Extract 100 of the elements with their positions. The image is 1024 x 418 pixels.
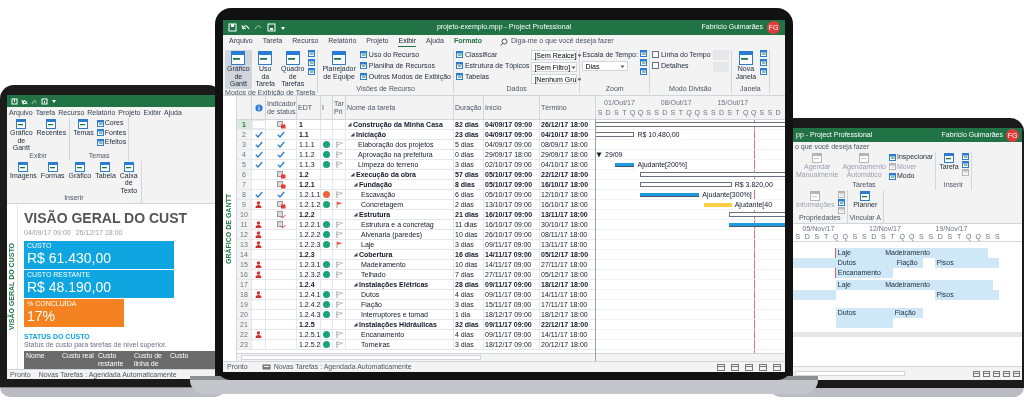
collapse-icon[interactable]: [353, 182, 358, 187]
grid-icon[interactable]: [46, 119, 57, 129]
collapse-icon[interactable]: [347, 122, 352, 127]
scroll-bar[interactable]: [241, 355, 481, 360]
card-value: R$ 48.190,00: [27, 279, 113, 296]
view-icon[interactable]: [993, 370, 1000, 377]
person-icon: [255, 291, 262, 298]
grid-icon[interactable]: [760, 50, 768, 57]
grid-icon[interactable]: [359, 73, 367, 80]
scroll-bar[interactable]: [596, 353, 785, 361]
grid-icon[interactable]: [47, 161, 58, 172]
view-icon[interactable]: [759, 363, 767, 371]
checkbox[interactable]: [651, 62, 659, 69]
grid-icon[interactable]: [308, 50, 316, 57]
grid-icon[interactable]: [258, 51, 273, 65]
report-title: VISÃO GERAL DO CUST: [24, 210, 189, 227]
grid-icon[interactable]: [889, 172, 896, 180]
grid-icon[interactable]: [943, 153, 954, 163]
person-icon: [255, 271, 262, 278]
grid-icon[interactable]: [455, 62, 463, 69]
grid-icon[interactable]: [639, 50, 647, 57]
redo-icon[interactable]: [31, 97, 38, 105]
grid-icon[interactable]: [96, 138, 104, 146]
grid-icon[interactable]: [738, 51, 753, 65]
grid-icon[interactable]: [78, 119, 89, 129]
view-icon[interactable]: [1013, 370, 1020, 377]
grid-icon[interactable]: [74, 161, 85, 172]
save-icon[interactable]: [228, 23, 237, 32]
task-mode-icon[interactable]: [261, 364, 271, 370]
highlighted-task-bar: [704, 203, 732, 207]
grid-icon[interactable]: [308, 68, 316, 75]
caret-icon[interactable]: [280, 24, 286, 31]
card-value: R$ 61.430,00: [27, 250, 113, 267]
view-icon[interactable]: [731, 363, 739, 371]
check-icon: [277, 191, 285, 198]
grid-icon[interactable]: [961, 153, 969, 160]
grid-icon[interactable]: [889, 153, 896, 161]
calendar-icon: [276, 220, 286, 229]
caret-icon[interactable]: [620, 63, 626, 69]
view-icon[interactable]: [717, 363, 725, 371]
redo-icon[interactable]: [254, 23, 263, 32]
undo-icon[interactable]: [21, 97, 28, 105]
collapse-icon[interactable]: [353, 212, 358, 217]
view-icon[interactable]: [1003, 370, 1010, 377]
collapse-icon[interactable]: [350, 132, 355, 137]
collapse-icon[interactable]: [353, 322, 358, 327]
collapse-icon[interactable]: [350, 172, 355, 177]
grid-icon[interactable]: [332, 51, 347, 65]
search-icon[interactable]: [499, 37, 508, 46]
collapse-icon[interactable]: [353, 282, 358, 287]
person-icon: [255, 261, 262, 268]
view-icon[interactable]: [973, 370, 980, 377]
grid-icon[interactable]: [18, 161, 29, 172]
person-icon: [255, 221, 262, 228]
summary-bar: [596, 132, 635, 137]
view-icon[interactable]: [745, 363, 753, 371]
grid-icon[interactable]: [123, 161, 134, 172]
collapse-icon[interactable]: [353, 252, 358, 257]
save-icon[interactable]: [11, 97, 18, 105]
grid-icon[interactable]: [100, 161, 111, 172]
grid-icon[interactable]: [359, 62, 367, 69]
grid-icon[interactable]: [837, 198, 845, 206]
calendar-icon: [276, 210, 286, 219]
grid-icon[interactable]: [961, 161, 969, 168]
grid-icon[interactable]: [760, 68, 768, 75]
assignment-block: [793, 289, 836, 300]
disk-icon[interactable]: [41, 97, 48, 105]
check-icon: [254, 191, 263, 198]
grid-icon[interactable]: [285, 51, 300, 65]
person-icon: [255, 231, 262, 238]
milestone-icon: [596, 152, 602, 158]
caret-icon[interactable]: [51, 98, 57, 104]
checkbox[interactable]: [651, 51, 659, 58]
grid-icon[interactable]: [639, 59, 647, 66]
task-bar: [639, 193, 700, 197]
grid-icon[interactable]: [455, 73, 463, 80]
grid-icon[interactable]: [308, 59, 316, 66]
grid-icon[interactable]: [16, 119, 27, 129]
card-value: 17%: [27, 308, 57, 325]
scroll-bar[interactable]: [795, 371, 905, 376]
grid-icon[interactable]: [96, 129, 104, 137]
grid-icon[interactable]: [231, 51, 246, 65]
view-icon[interactable]: [773, 363, 781, 371]
selected-cell[interactable]: [252, 120, 266, 129]
calendar-icon: [276, 180, 286, 189]
grid-icon[interactable]: [760, 59, 768, 66]
grid-icon[interactable]: [639, 68, 647, 75]
undo-icon[interactable]: [241, 23, 250, 32]
task-bar: [615, 163, 635, 167]
calendar-icon: [276, 170, 286, 179]
grid-icon[interactable]: [860, 190, 871, 201]
info-icon: [255, 103, 263, 112]
view-icon[interactable]: [983, 370, 990, 377]
person-icon: [255, 201, 262, 208]
grid-icon[interactable]: [359, 51, 367, 58]
grid-icon[interactable]: [96, 119, 104, 127]
calendar-icon: [276, 200, 286, 209]
person-icon: [255, 241, 262, 248]
person-icon: [255, 331, 262, 338]
grid-icon[interactable]: [455, 51, 463, 58]
